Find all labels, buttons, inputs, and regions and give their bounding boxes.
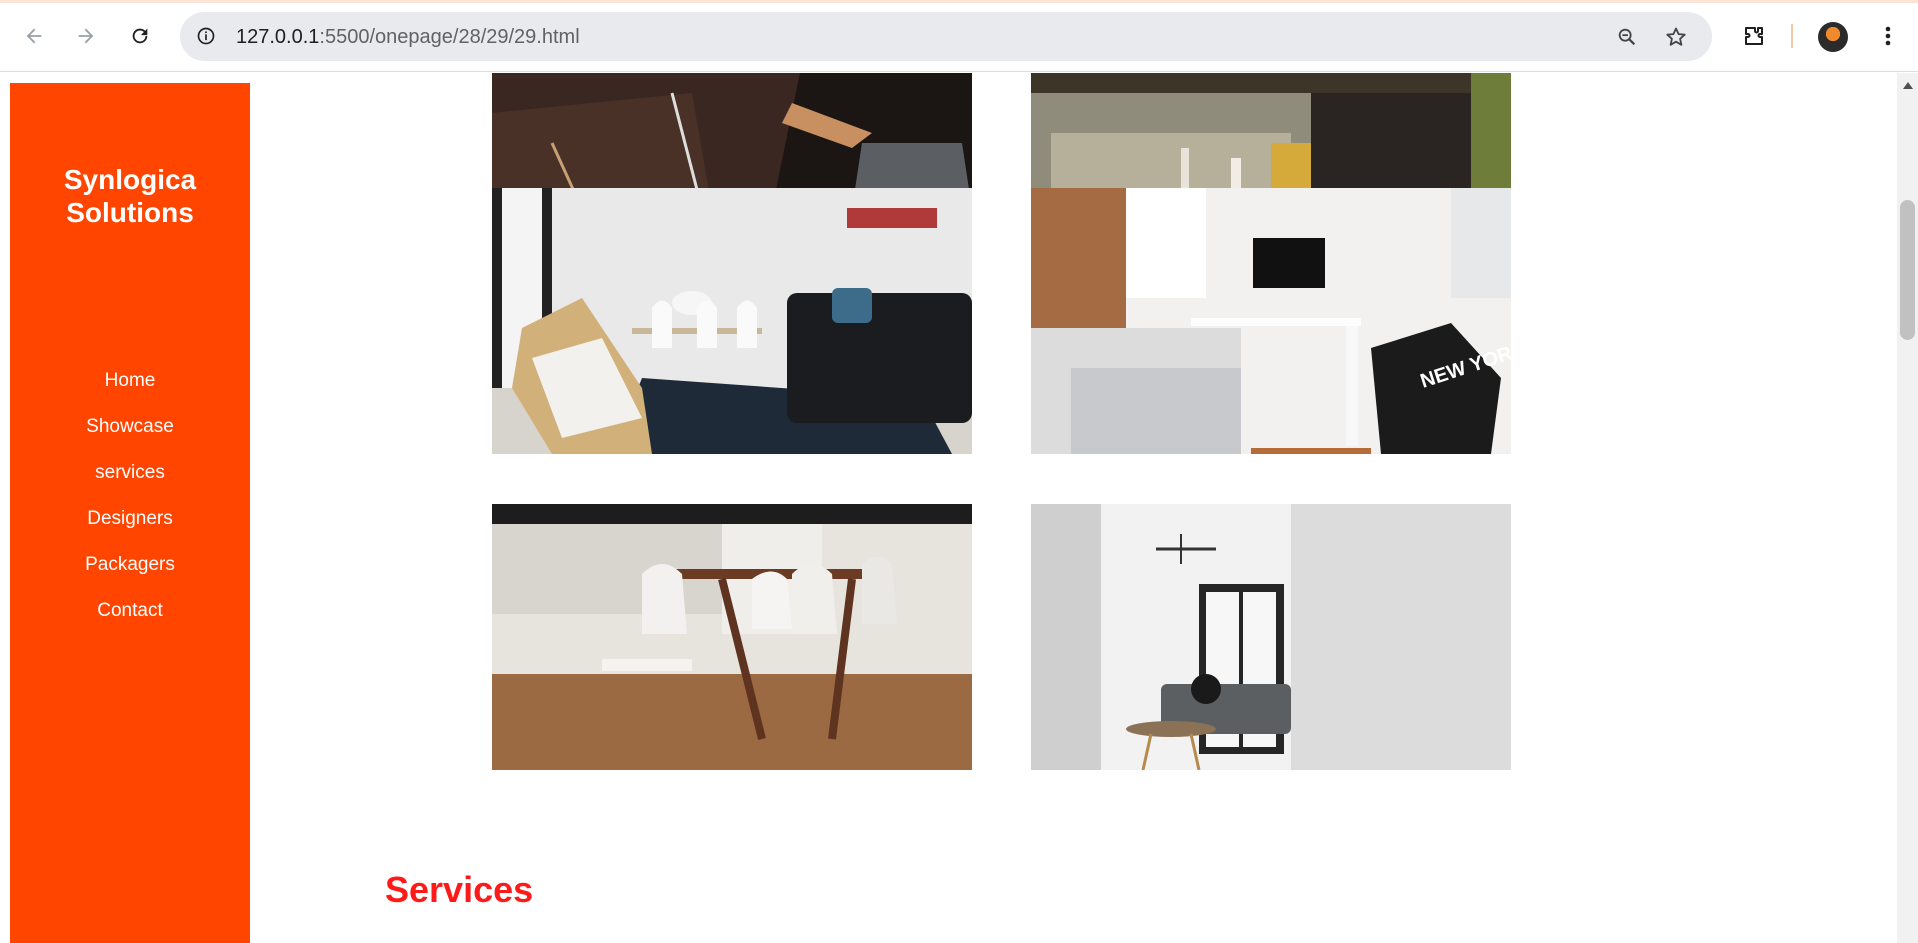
page-viewport: Synlogica Solutions Home Showcase servic… bbox=[0, 73, 1918, 943]
services-heading: Services bbox=[385, 869, 534, 910]
zoom-icon[interactable] bbox=[1614, 24, 1640, 50]
bookmark-star-icon[interactable] bbox=[1663, 24, 1689, 50]
reload-button[interactable] bbox=[124, 20, 156, 52]
back-arrow-icon bbox=[26, 28, 42, 44]
brand-title: Synlogica Solutions bbox=[10, 163, 250, 229]
forward-button[interactable] bbox=[70, 20, 102, 52]
photo-living-dining-chairs bbox=[492, 188, 972, 454]
brand-line-1: Synlogica bbox=[63, 164, 197, 195]
reload-icon bbox=[132, 28, 148, 44]
scroll-up-arrow-icon[interactable] bbox=[1900, 78, 1915, 92]
address-bar[interactable]: 127.0.0.1:5500/onepage/28/29/29.html bbox=[180, 12, 1712, 61]
toolbar-divider bbox=[1791, 24, 1793, 48]
site-info-icon[interactable] bbox=[194, 24, 218, 48]
nav-showcase[interactable]: Showcase bbox=[10, 416, 250, 462]
menu-dots-icon[interactable] bbox=[1872, 20, 1904, 52]
scrollbar-thumb[interactable] bbox=[1900, 200, 1915, 340]
photo-dining-table-white-chairs bbox=[492, 504, 972, 770]
nav-packagers[interactable]: Packagers bbox=[10, 554, 250, 600]
nav-designers[interactable]: Designers bbox=[10, 508, 250, 554]
brand-line-2: Solutions bbox=[66, 197, 194, 228]
url-path: :5500/onepage/28/29/29.html bbox=[319, 26, 580, 48]
photo-bright-room-sofa bbox=[1031, 504, 1511, 770]
photo-bedroom-desk-new-york: NEW YORK bbox=[1031, 188, 1511, 454]
extensions-icon[interactable] bbox=[1738, 20, 1770, 52]
url-text[interactable]: 127.0.0.1:5500/onepage/28/29/29.html bbox=[236, 26, 580, 49]
nav-services[interactable]: services bbox=[10, 462, 250, 508]
sidebar-nav: Home Showcase services Designers Package… bbox=[10, 370, 250, 646]
nav-home[interactable]: Home bbox=[10, 370, 250, 416]
nav-contact[interactable]: Contact bbox=[10, 600, 250, 646]
url-host: 127.0.0.1 bbox=[236, 26, 320, 48]
tab-strip-accent bbox=[0, 0, 1918, 3]
forward-arrow-icon bbox=[78, 28, 94, 44]
back-button[interactable] bbox=[18, 20, 50, 52]
profile-avatar[interactable] bbox=[1818, 22, 1848, 52]
sidebar: Synlogica Solutions Home Showcase servic… bbox=[10, 83, 250, 943]
browser-toolbar: 127.0.0.1:5500/onepage/28/29/29.html bbox=[0, 0, 1918, 72]
